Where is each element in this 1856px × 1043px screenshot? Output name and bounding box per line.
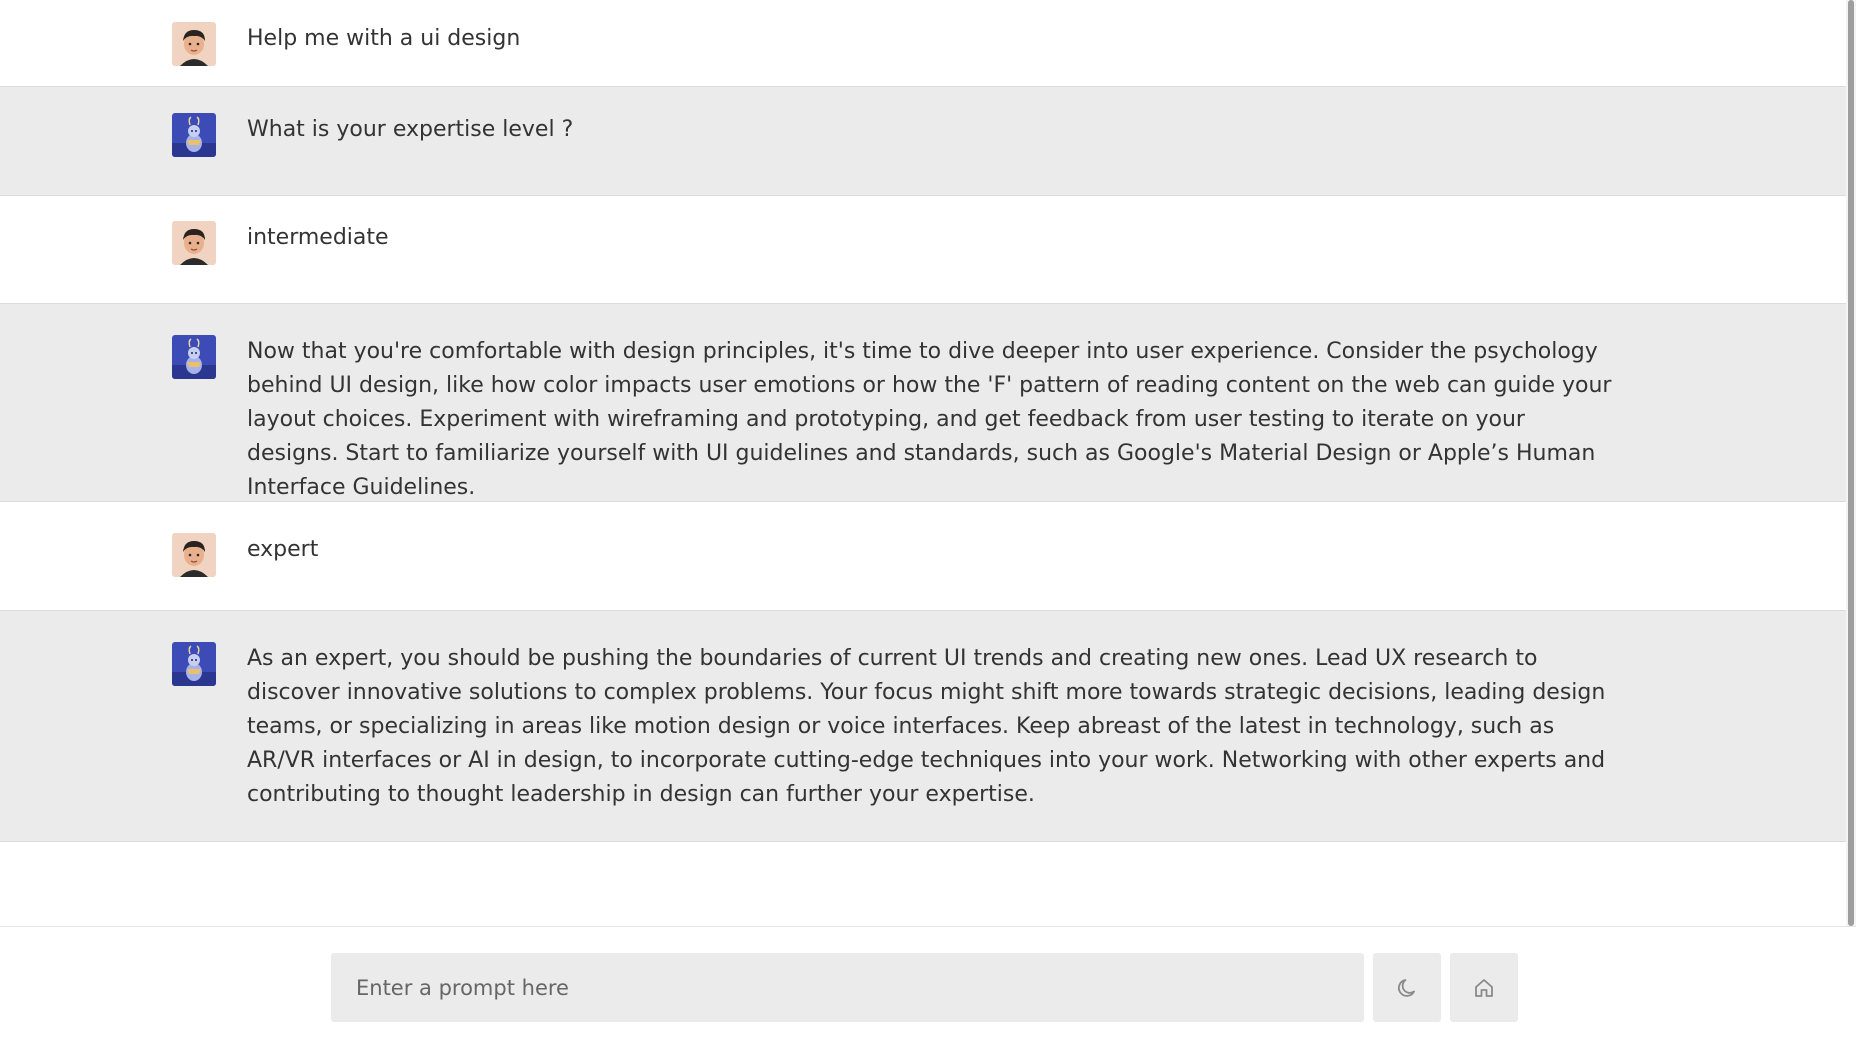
message-bot: What is your expertise level ? [0, 87, 1846, 196]
message-text: Now that you're comfortable with design … [247, 339, 1619, 500]
prompt-input[interactable] [331, 953, 1364, 1022]
message-user: intermediate [0, 196, 1846, 304]
message-bot: Now that you're comfortable with design … [0, 304, 1846, 502]
scrollbar[interactable] [1846, 0, 1856, 926]
message-text: expert [247, 537, 319, 562]
message-user: expert [0, 502, 1846, 611]
message-user: Help me with a ui design [0, 0, 1846, 87]
home-icon [1472, 976, 1496, 1000]
user-avatar-icon [172, 533, 216, 577]
bot-avatar-icon [172, 335, 216, 379]
user-avatar-icon [172, 22, 216, 66]
message-text: As an expert, you should be pushing the … [247, 646, 1613, 807]
message-text: Help me with a ui design [247, 26, 521, 51]
message-text: intermediate [247, 225, 389, 250]
bot-avatar-icon [172, 642, 216, 686]
message-bot: As an expert, you should be pushing the … [0, 611, 1846, 842]
home-button[interactable] [1450, 953, 1518, 1022]
chat-history[interactable]: Help me with a ui design What is your ex… [0, 0, 1846, 926]
scrollbar-thumb[interactable] [1848, 0, 1854, 926]
user-avatar-icon [172, 221, 216, 265]
theme-toggle-button[interactable] [1373, 953, 1441, 1022]
moon-icon [1395, 976, 1419, 1000]
chat-page: Help me with a ui design What is your ex… [0, 0, 1856, 1043]
bot-avatar-icon [172, 113, 216, 157]
message-text: What is your expertise level ? [247, 117, 574, 142]
prompt-bar [0, 926, 1856, 1043]
